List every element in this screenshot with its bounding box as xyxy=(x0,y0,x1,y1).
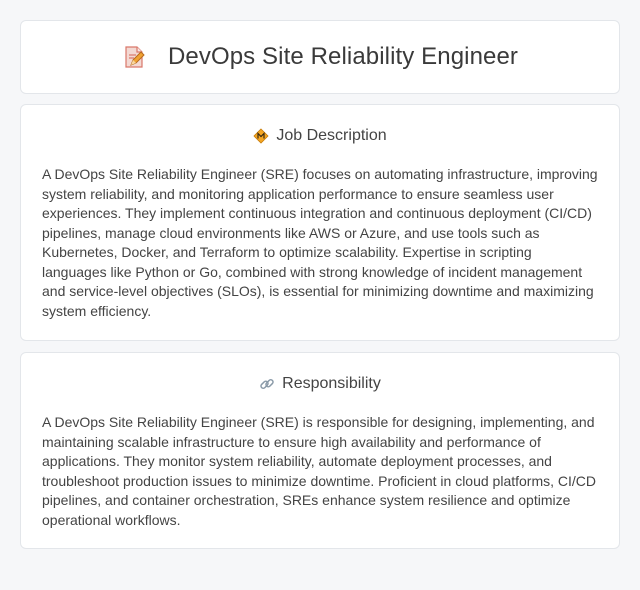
link-icon xyxy=(259,376,275,392)
document-edit-icon xyxy=(122,45,146,69)
job-description-header: Job Description xyxy=(42,126,598,146)
job-description-card: Job Description A DevOps Site Reliabilit… xyxy=(20,104,620,341)
title-card: DevOps Site Reliability Engineer xyxy=(20,20,620,94)
job-description-heading: Job Description xyxy=(276,127,387,144)
hazard-diamond-icon xyxy=(253,128,269,144)
page-title: DevOps Site Reliability Engineer xyxy=(167,43,519,70)
responsibility-text: A DevOps Site Reliability Engineer (SRE)… xyxy=(42,414,597,528)
responsibility-card: Responsibility A DevOps Site Reliability… xyxy=(20,352,620,549)
responsibility-heading: Responsibility xyxy=(282,375,381,392)
responsibility-header: Responsibility xyxy=(42,374,598,394)
job-description-text: A DevOps Site Reliability Engineer (SRE)… xyxy=(42,166,598,319)
